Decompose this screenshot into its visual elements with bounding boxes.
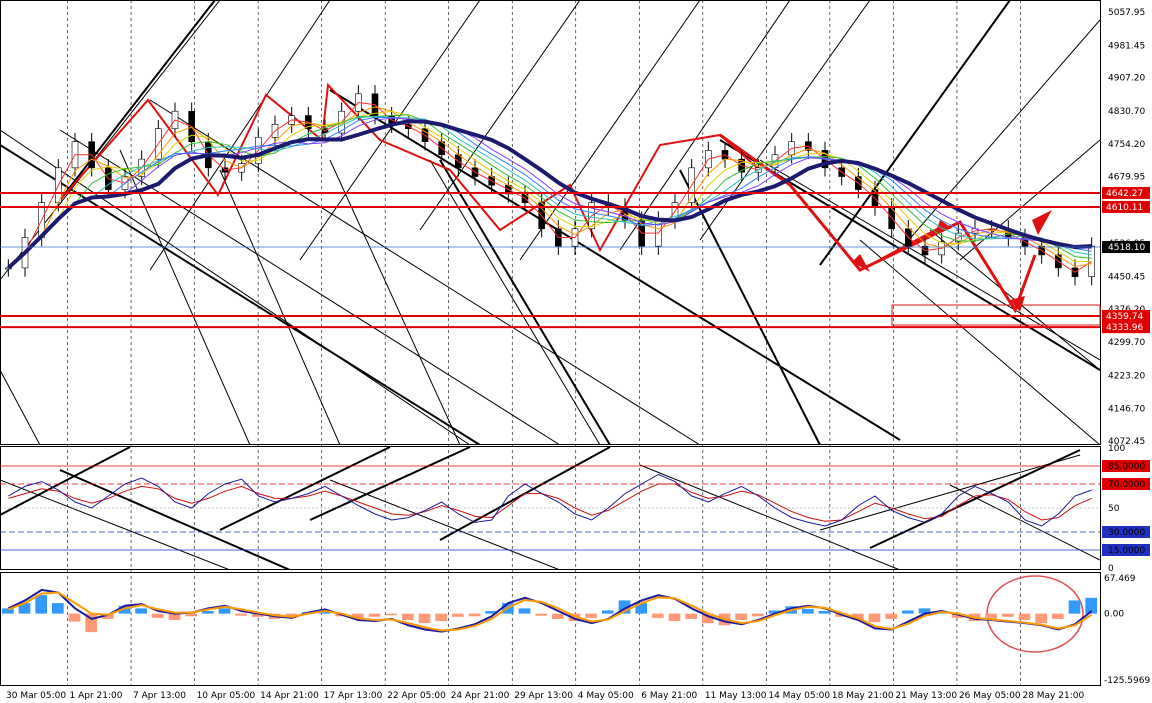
price-level-label: 4642.27 — [1106, 189, 1143, 199]
macd-histogram-bar — [535, 613, 547, 616]
macd-histogram-bar — [2, 608, 14, 614]
macd-histogram-bar — [402, 613, 414, 620]
macd-histogram-bar — [885, 613, 897, 619]
rsi-tick-label: 85.0000 — [1108, 462, 1145, 472]
macd-histogram-bar — [868, 613, 881, 623]
macd-histogram-bar — [185, 613, 197, 617]
x-tick-label: 22 Apr 05:00 — [387, 691, 446, 701]
macd-histogram-bar — [1002, 613, 1014, 617]
x-tick-label: 14 Apr 21:00 — [260, 691, 319, 701]
macd-histogram-bar — [152, 613, 164, 618]
price-tick-label: 4223.20 — [1108, 371, 1145, 381]
macd-histogram-bar — [418, 613, 431, 624]
macd-histogram-bar — [1018, 613, 1031, 620]
macd-histogram-bar — [1035, 613, 1047, 624]
price-panel[interactable] — [0, 0, 1101, 445]
x-tick-label: 7 Apr 13:00 — [133, 691, 186, 701]
macd-histogram-bar — [452, 613, 464, 617]
x-tick-label: 28 May 21:00 — [1022, 691, 1084, 701]
current-price-label: 4518.10 — [1108, 243, 1145, 253]
price-tick-label: 4907.20 — [1108, 74, 1145, 84]
macd-histogram-bar — [218, 608, 231, 614]
price-tick-label: 4830.70 — [1108, 107, 1145, 117]
x-tick-label: 26 May 05:00 — [959, 691, 1021, 701]
macd-histogram-bar — [385, 613, 397, 616]
macd-histogram-bar — [518, 608, 531, 614]
price-tick-label: 4450.45 — [1108, 272, 1145, 282]
macd-histogram-bar — [652, 613, 664, 618]
x-tick-label: 21 May 13:00 — [895, 691, 957, 701]
rsi-tick-label: 70.0000 — [1108, 480, 1145, 490]
macd-histogram-bar — [1068, 600, 1081, 614]
macd-histogram-bar — [68, 613, 81, 622]
rsi-tick-label: 50 — [1108, 504, 1120, 514]
rsi-tick-label: 100 — [1108, 444, 1125, 454]
macd-histogram-bar — [368, 613, 381, 617]
price-level-label: 4359.74 — [1106, 312, 1143, 322]
price-tick-label: 4679.95 — [1108, 173, 1145, 183]
macd-histogram-bar — [168, 613, 181, 620]
macd-histogram-bar — [52, 603, 64, 614]
macd-histogram-bar — [468, 613, 481, 617]
x-tick-label: 10 Apr 05:00 — [197, 691, 256, 701]
macd-histogram-bar — [802, 608, 814, 614]
x-tick-label: 1 Apr 21:00 — [70, 691, 123, 701]
macd-histogram-bar — [902, 610, 914, 614]
price-tick-label: 4299.70 — [1108, 338, 1145, 348]
price-tick-label: 4754.20 — [1108, 140, 1145, 150]
rsi-tick-label: 30.0000 — [1108, 528, 1145, 538]
x-tick-label: 18 May 21:00 — [832, 691, 894, 701]
macd-histogram-bar — [552, 613, 564, 619]
x-tick-label: 29 Apr 13:00 — [514, 691, 573, 701]
macd-histogram-bar — [135, 608, 147, 614]
x-tick-label: 4 May 05:00 — [578, 691, 634, 701]
macd-tick-label: 0.00 — [1104, 610, 1124, 620]
macd-histogram-bar — [435, 613, 447, 622]
x-tick-label: 17 Apr 13:00 — [324, 691, 383, 701]
price-tick-label: 4981.45 — [1108, 41, 1145, 51]
macd-histogram-bar — [668, 613, 681, 622]
x-tick-label: 6 May 21:00 — [641, 691, 697, 701]
macd-histogram-bar — [35, 595, 47, 614]
x-tick-label: 24 Apr 21:00 — [451, 691, 510, 701]
price-level-label: 4333.96 — [1106, 323, 1143, 333]
macd-panel[interactable] — [0, 572, 1101, 686]
macd-histogram-bar — [202, 611, 214, 614]
x-tick-label: 30 Mar 05:00 — [6, 691, 66, 701]
macd-tick-label: 67.469 — [1104, 574, 1136, 584]
macd-histogram-bar — [585, 613, 597, 618]
macd-tick-label: -125.5969 — [1104, 676, 1150, 686]
macd-histogram-bar — [752, 613, 764, 617]
trading-chart[interactable]: 30 Mar 05:00 1 Apr 21:00 7 Apr 13:00 10 Apr… — [0, 0, 1152, 703]
price-level-label: 4610.11 — [1106, 203, 1143, 213]
macd-histogram-bar — [235, 613, 247, 616]
rsi-tick-label: 15.0000 — [1108, 546, 1145, 556]
price-tick-label: 5057.95 — [1108, 8, 1145, 18]
rsi-tick-label: 0 — [1108, 564, 1114, 574]
price-tick-label: 4146.70 — [1108, 405, 1145, 415]
macd-histogram-bar — [1052, 613, 1064, 619]
x-tick-label: 11 May 13:00 — [705, 691, 767, 701]
macd-histogram-bar — [602, 610, 614, 614]
macd-histogram-bar — [818, 611, 831, 614]
macd-histogram-bar — [685, 613, 697, 619]
macd-histogram-bar — [735, 613, 747, 620]
x-tick-label: 14 May 05:00 — [768, 691, 830, 701]
